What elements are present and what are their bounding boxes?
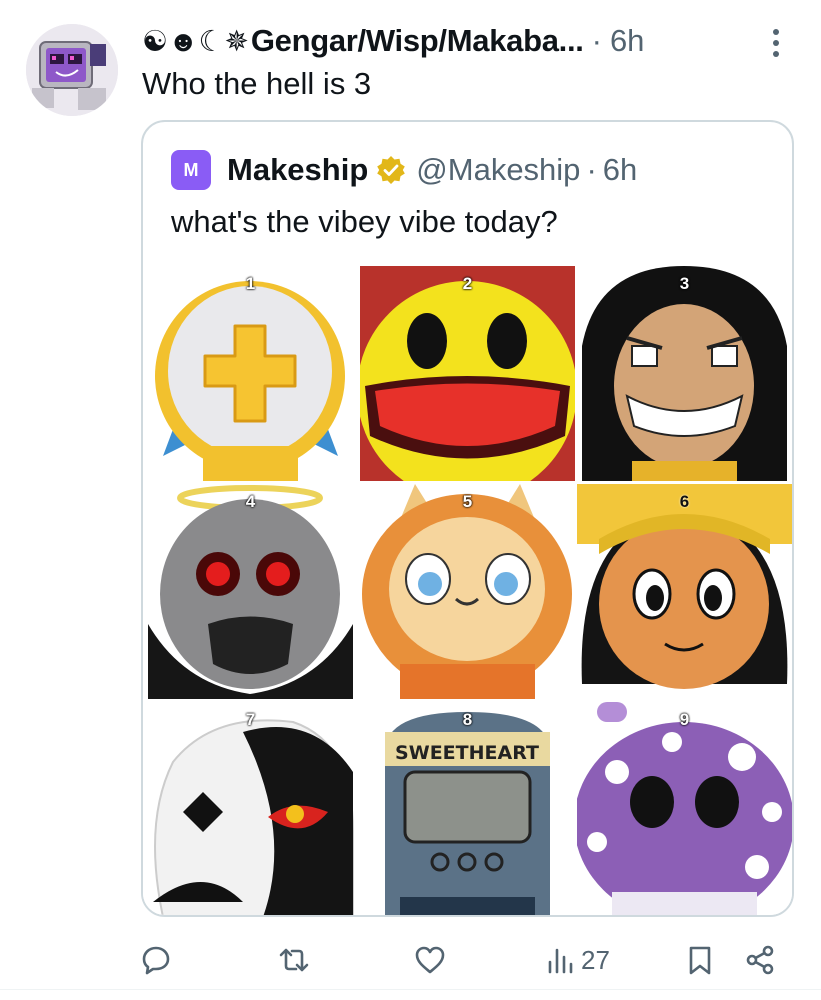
quote-text: what's the vibey vibe today?: [171, 204, 558, 239]
grid-number-2: 2: [462, 274, 473, 293]
quote-header: M Makeship @Makeship · 6h: [171, 148, 637, 192]
quote-timestamp[interactable]: 6h: [603, 152, 637, 188]
quote-author-handle[interactable]: @Makeship: [416, 152, 580, 188]
grid-number-6: 6: [679, 492, 690, 511]
retweet-icon: [279, 948, 309, 972]
white-helmet-yellow-cross-plush-icon: [143, 266, 358, 481]
tweet-header: ☯︎☻☾✵ Gengar/Wisp/Makaba... · 6h: [142, 20, 644, 62]
views-count: 27: [581, 944, 610, 975]
reply-button[interactable]: [140, 940, 172, 980]
divider: [0, 989, 821, 990]
author-display-name[interactable]: Gengar/Wisp/Makaba...: [251, 23, 584, 59]
views-button[interactable]: 27: [545, 940, 610, 980]
grid-image-6[interactable]: 6: [577, 484, 792, 699]
tweet-text: Who the hell is 3: [142, 66, 372, 101]
grinning-hooded-man-plush-icon: [577, 266, 792, 481]
more-dots-icon[interactable]: [764, 26, 788, 60]
white-black-ghost-plush-icon: [143, 702, 358, 915]
grid-image-4[interactable]: 4: [143, 484, 358, 699]
grid-image-2[interactable]: 2: [360, 266, 575, 481]
heart-icon: [415, 946, 445, 974]
bookmark-icon: [689, 946, 711, 975]
phone-head-plush-icon: SWEETHEART: [360, 702, 575, 915]
gold-verified-badge-icon: [377, 156, 406, 184]
grid-image-7[interactable]: 7: [143, 702, 358, 915]
name-emoji-icons: ☯︎☻☾✵: [142, 25, 249, 58]
grid-number-4: 4: [245, 492, 256, 511]
curly-haired-kid-plush-icon: [577, 484, 792, 699]
like-button[interactable]: [414, 940, 446, 980]
reply-icon: [142, 946, 170, 975]
bookmark-button[interactable]: [684, 940, 716, 980]
grid-number-3: 3: [679, 274, 690, 293]
makeship-logo-icon[interactable]: M: [171, 150, 211, 190]
tweet-timestamp[interactable]: 6h: [610, 23, 644, 59]
grid-number-1: 1: [245, 274, 256, 293]
grid-number-8: 8: [462, 710, 473, 729]
views-bar-chart-icon: [548, 948, 573, 974]
share-icon: [746, 945, 774, 975]
quote-separator: ·: [586, 152, 597, 187]
grid-number-9: 9: [679, 710, 690, 729]
author-avatar[interactable]: [26, 24, 118, 116]
quoted-tweet-card[interactable]: M Makeship @Makeship · 6h what's the vib…: [141, 120, 794, 917]
purple-mushroom-plush-icon: [577, 702, 792, 915]
grid-image-1[interactable]: 1: [143, 266, 358, 481]
pixel-tv-character-avatar-icon: [26, 24, 118, 116]
grid-number-7: 7: [245, 710, 256, 729]
orange-cat-hood-plush-icon: [360, 484, 575, 699]
header-separator: ·: [591, 23, 602, 58]
tweet-actions-bar: 27: [0, 930, 821, 990]
image-grid: 1 2 3 4 5 6 7 SWEETHEART 8 9: [143, 266, 792, 915]
sweetheart-headband-label: SWEETHEART: [395, 742, 539, 764]
share-button[interactable]: [744, 940, 776, 980]
grid-number-5: 5: [462, 492, 473, 511]
grid-image-3[interactable]: 3: [577, 266, 792, 481]
stitched-robot-red-eyes-plush-icon: [143, 484, 358, 699]
grid-image-9[interactable]: 9: [577, 702, 792, 915]
grid-image-8[interactable]: SWEETHEART 8: [360, 702, 575, 915]
grid-image-5[interactable]: 5: [360, 484, 575, 699]
quote-author-name[interactable]: Makeship: [227, 152, 368, 188]
yellow-smiley-face-plush-icon: [360, 266, 575, 481]
retweet-button[interactable]: [278, 940, 310, 980]
